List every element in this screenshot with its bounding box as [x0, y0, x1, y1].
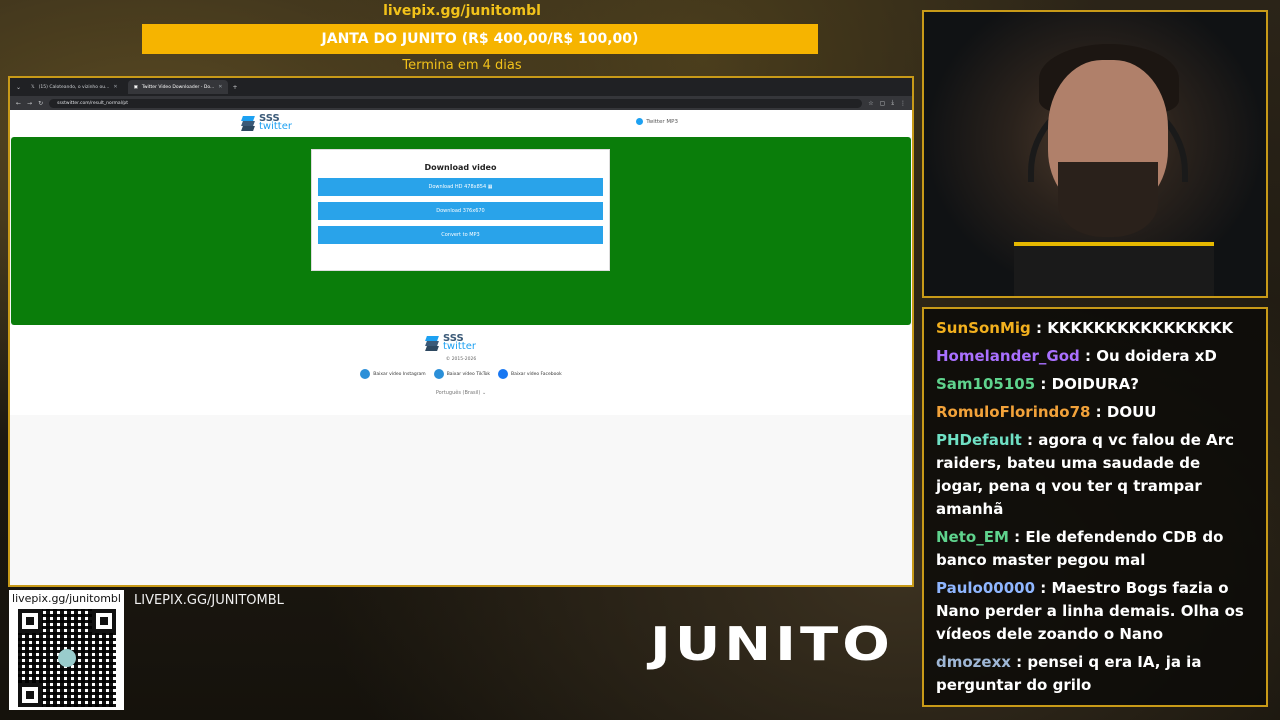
facebook-link[interactable]: Baixar vídeo Facebook [498, 369, 562, 379]
facebook-icon [498, 369, 509, 379]
result-section: Download video Download HD 478x854 ▦ Dow… [11, 137, 911, 325]
chat-message: RomuloFlorindo78 : DOUU [936, 401, 1252, 424]
chat-message: PHDefault : agora q vc falou de Arc raid… [936, 429, 1252, 521]
back-icon[interactable]: ← [16, 100, 21, 107]
livepix-url-header: livepix.gg/junitombl [383, 3, 541, 19]
site-footer: SSS twitter © 2015-2026 Baixar vídeo Ins… [10, 325, 912, 415]
tab-label: Twitter Video Downloader - Do... [141, 84, 215, 90]
chat-username[interactable]: Homelander_God [936, 347, 1080, 365]
chat-message: Sam105105 : DOIDURA? [936, 373, 1252, 396]
download-card: Download video Download HD 478x854 ▦ Dow… [311, 149, 610, 271]
logo-text-twitter: twitter [259, 121, 292, 132]
chat-text: : doidura? [1080, 307, 1170, 309]
browser-tab-2[interactable]: ▣ Twitter Video Downloader - Do... ✕ [127, 80, 229, 94]
browser-tabbar: ⌄ 𝕏 (15) Caloteando, o vizinho ou... ✕ ▣… [10, 78, 912, 96]
download-card-title: Download video [424, 163, 497, 172]
chat-username[interactable]: dmozexx [936, 653, 1011, 671]
convert-mp3-button[interactable]: Convert to MP3 [318, 226, 603, 244]
qr-center-logo-icon [57, 649, 76, 667]
instagram-link[interactable]: Baixar vídeo Instagram [360, 369, 426, 379]
forward-icon[interactable]: → [27, 100, 32, 107]
download-icon[interactable]: ⤓ [891, 99, 894, 107]
x-logo-icon: 𝕏 [31, 84, 35, 90]
reload-icon[interactable]: ↻ [38, 100, 43, 107]
donation-goal-bar: JANTA DO JUNITO (R$ 400,00/R$ 100,00) [142, 24, 818, 54]
tab-label: (15) Caloteando, o vizinho ou... [38, 84, 110, 90]
chat-username[interactable]: Paulo00000 [936, 579, 1035, 597]
extensions-icon[interactable]: ▢ [880, 100, 886, 107]
chat-text: : DOIDURA? [1035, 375, 1139, 393]
site-header: SSS twitter Twitter MP3 [10, 110, 912, 137]
new-tab-icon[interactable]: + [232, 84, 237, 91]
qr-label: livepix.gg/junitombl [12, 592, 121, 605]
chat-message: Neto_EM : Ele defendendo CDB do banco ma… [936, 526, 1252, 572]
twitter-mp3-label: Twitter MP3 [646, 118, 678, 125]
captured-browser-window: ⌄ 𝕏 (15) Caloteando, o vizinho ou... ✕ ▣… [8, 76, 914, 587]
download-hd-button[interactable]: Download HD 478x854 ▦ [318, 178, 603, 196]
chat-username[interactable]: Sam105105 [936, 375, 1035, 393]
close-icon[interactable]: ✕ [218, 84, 222, 90]
social-links: Baixar vídeo Instagram Baixar vídeo TikT… [10, 369, 912, 379]
chat-username[interactable]: SunSonMig [936, 319, 1031, 337]
bookmark-star-icon[interactable]: ☆ [868, 100, 873, 107]
tiktok-icon [433, 369, 444, 379]
qr-code [17, 609, 116, 707]
footer-logo[interactable]: SSS twitter [424, 334, 476, 352]
chat-message: Homelander_God : Ou doidera xD [936, 345, 1252, 368]
browser-tab-1[interactable]: 𝕏 (15) Caloteando, o vizinho ou... ✕ [25, 80, 124, 94]
ssstwitter-logo-icon [240, 115, 256, 131]
livepix-qr-panel: livepix.gg/junitombl [9, 590, 124, 710]
chat-message: SunSonMig : KKKKKKKKKKKKKKKK [936, 317, 1252, 340]
chat-text: : Ou doidera xD [1079, 347, 1217, 365]
junito-brand-logo: JUNITO [650, 618, 894, 672]
browser-address-bar: ← → ↻ ssstwitter.com/result_normal/pt ☆ … [10, 96, 912, 110]
download-sd-button[interactable]: Download 376x670 [318, 202, 603, 220]
chat-text: : KKKKKKKKKKKKKKKK [1030, 319, 1234, 337]
webcam-feed [922, 10, 1268, 298]
music-icon [636, 118, 644, 125]
close-icon[interactable]: ✕ [113, 84, 117, 90]
ssstwitter-logo[interactable]: SSS twitter [240, 114, 292, 132]
tiktok-link[interactable]: Baixar vídeo TikTok [433, 369, 490, 379]
instagram-icon [360, 369, 371, 379]
chat-text: : DOUU [1090, 403, 1157, 421]
copyright-text: © 2015-2026 [445, 357, 477, 362]
ssstwitter-logo-icon [424, 335, 440, 351]
chat-message: Homelander_God : doidura? [936, 307, 1252, 312]
logo-text-twitter: twitter [443, 341, 476, 352]
chat-username[interactable]: Neto_EM [936, 528, 1009, 546]
chat-username[interactable]: RomuloFlorindo78 [936, 403, 1090, 421]
chat-username[interactable]: PHDefault [936, 431, 1022, 449]
url-input[interactable]: ssstwitter.com/result_normal/pt [49, 98, 863, 108]
goal-deadline: Termina em 4 dias [402, 58, 522, 73]
chat-message: dmozexx : pensei q era IA, ja ia pergunt… [936, 651, 1252, 697]
ssstwitter-favicon-icon: ▣ [133, 84, 138, 90]
more-menu-icon[interactable]: ⋮ [900, 100, 906, 107]
chat-message-list: Homelander_God : doidura? SunSonMig : KKK… [936, 307, 1252, 697]
chat-username[interactable]: Homelander_God [936, 307, 1080, 309]
tab-menu-icon[interactable]: ⌄ [16, 84, 21, 91]
chat-panel: Homelander_God : doidura? SunSonMig : KKK… [922, 307, 1268, 707]
livepix-caption: LIVEPIX.GG/JUNITOMBL [134, 593, 284, 608]
language-selector[interactable]: Português (Brasil) ⌄ [10, 390, 912, 396]
chat-message: Paulo00000 : Maestro Bogs fazia o Nano p… [936, 577, 1252, 646]
twitter-mp3-link[interactable]: Twitter MP3 [636, 118, 678, 125]
